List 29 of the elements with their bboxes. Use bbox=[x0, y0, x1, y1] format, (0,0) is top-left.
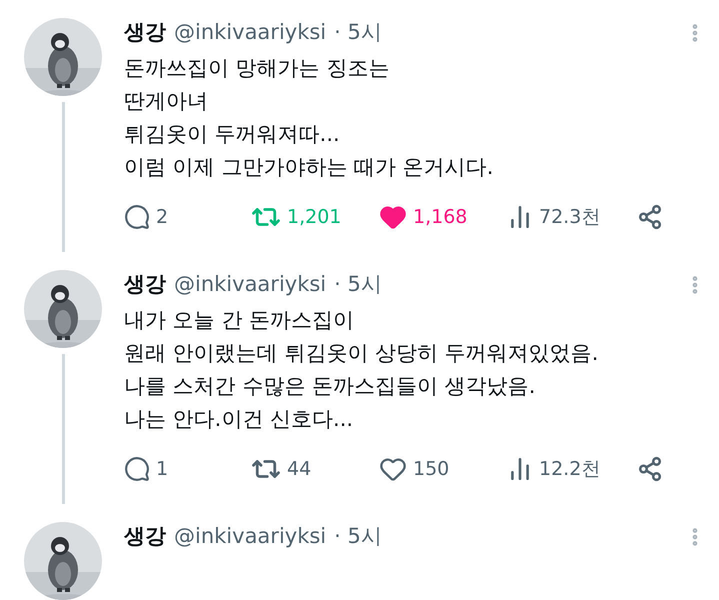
tweet-text: 튀김옷이 두꺼워져따... bbox=[124, 121, 341, 148]
like-count: 1,168 bbox=[413, 206, 468, 228]
reply-count: 1 bbox=[156, 458, 168, 480]
tweet-text: 내가 오늘 간 돈까스집이 bbox=[124, 307, 356, 334]
tweet-text: 이럼 이제 그만가야하는 때가 온거시다. bbox=[124, 154, 494, 181]
tweet-text: 돈까쓰집이 망해가는 징조는 bbox=[124, 55, 390, 82]
view-count: 72.3천 bbox=[539, 205, 600, 230]
like-count: 150 bbox=[413, 458, 450, 480]
post-time: · 5시 bbox=[334, 271, 382, 298]
share-icon[interactable] bbox=[637, 204, 663, 230]
reply-count: 2 bbox=[156, 206, 168, 228]
retweet-count: 44 bbox=[287, 458, 312, 480]
retweet-count: 1,201 bbox=[287, 206, 342, 228]
author-name: 생강 bbox=[124, 271, 166, 298]
tweet-text: 나를 스처간 수많은 돈까스집들이 생각났음. bbox=[124, 373, 536, 400]
post-time: · 5시 bbox=[334, 19, 382, 46]
tweet-text: 딴게아녀 bbox=[124, 88, 209, 115]
tweet-text: 원래 안이랬는데 튀김옷이 상당히 두꺼워져있었음. bbox=[124, 340, 600, 367]
author-handle: @inkivaariyksi bbox=[174, 20, 326, 44]
author-handle: @inkivaariyksi bbox=[174, 524, 326, 548]
post-time: · 5시 bbox=[334, 523, 382, 550]
reply-icon[interactable] bbox=[124, 204, 150, 230]
author-name: 생강 bbox=[124, 523, 166, 550]
author-handle: @inkivaariyksi bbox=[174, 272, 326, 296]
view-count: 12.2천 bbox=[539, 457, 600, 482]
author-name: 생강 bbox=[124, 19, 166, 46]
tweet-text: 나는 안다.이건 신호다... bbox=[124, 406, 354, 433]
share-icon[interactable] bbox=[637, 456, 663, 482]
reply-icon[interactable] bbox=[124, 456, 150, 482]
